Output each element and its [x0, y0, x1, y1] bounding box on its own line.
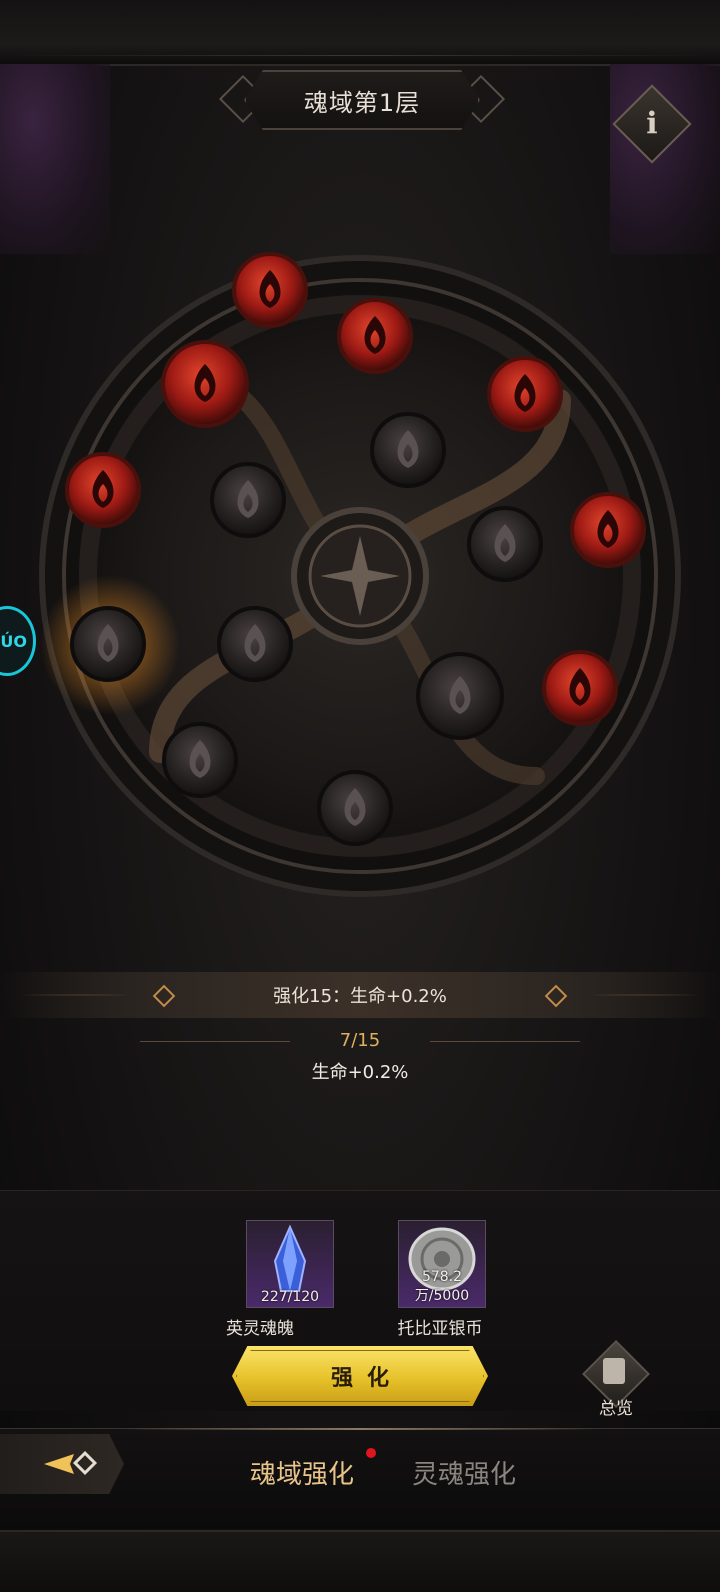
wheel-center[interactable] [291, 507, 429, 645]
cost-item-name: 英灵魂魄 [226, 1319, 294, 1339]
wheel-node-unlocked[interactable] [232, 252, 308, 328]
tab-soul-domain[interactable]: 魂域强化 [250, 1454, 354, 1491]
wheel-node-locked[interactable] [370, 412, 446, 488]
enhance-detail-title: 强化15：生命+0.2% [273, 986, 447, 1007]
detail-band: 强化15：生命+0.2% [0, 972, 720, 1018]
overview-label: 总览 [599, 1399, 633, 1419]
wheel-node-locked[interactable] [162, 722, 238, 798]
upgrade-button[interactable]: 强化 [232, 1346, 488, 1406]
wheel-node-unlocked[interactable] [161, 340, 249, 428]
soul-domain-wheel [39, 252, 681, 897]
tab-bar-divider [120, 1428, 600, 1430]
wheel-node-unlocked[interactable] [65, 452, 141, 528]
wheel-node-unlocked[interactable] [570, 492, 646, 568]
wheel-node-locked[interactable] [416, 652, 504, 740]
wheel-node-unlocked[interactable] [487, 356, 563, 432]
wheel-node-unlocked[interactable] [337, 298, 413, 374]
tab-soul-enhance[interactable]: 灵魂强化 [412, 1454, 516, 1491]
wheel-node-locked[interactable] [217, 606, 293, 682]
enhance-progress: 7/15 [339, 1030, 381, 1051]
wheel-node-locked[interactable] [317, 770, 393, 846]
wheel-node-locked[interactable] [70, 606, 146, 682]
enhance-bonus: 生命+0.2% [311, 1062, 409, 1083]
upgrade-button-label: 强化 [330, 1366, 403, 1391]
cost-item-soul[interactable]: 227/120 [246, 1220, 334, 1308]
notification-dot [366, 1448, 376, 1458]
back-arrow-icon [44, 1450, 98, 1476]
wheel-node-locked[interactable] [467, 506, 543, 582]
side-badge-label: ÚO [0, 631, 27, 651]
overview-button[interactable] [582, 1340, 650, 1408]
wheel-node-locked[interactable] [210, 462, 286, 538]
screen: 魂域第1层 i ÚO 强化15：生命+0.2% 7/15 生命+0.2% 227… [0, 0, 720, 1592]
scroll-icon [603, 1358, 625, 1384]
title-plate: 魂域第1层 [244, 70, 480, 130]
wheel-node-unlocked[interactable] [542, 650, 618, 726]
top-frame [0, 0, 720, 66]
cost-item-silver[interactable]: 578.2万/5000 [398, 1220, 486, 1308]
cost-item-count: 578.2万/5000 [414, 1269, 470, 1304]
cost-item-name: 托比亚银币 [397, 1319, 483, 1339]
info-icon: i [646, 106, 658, 142]
bottom-frame [0, 1530, 720, 1592]
page-title: 魂域第1层 [303, 88, 421, 117]
cost-item-count: 227/120 [260, 1289, 320, 1305]
